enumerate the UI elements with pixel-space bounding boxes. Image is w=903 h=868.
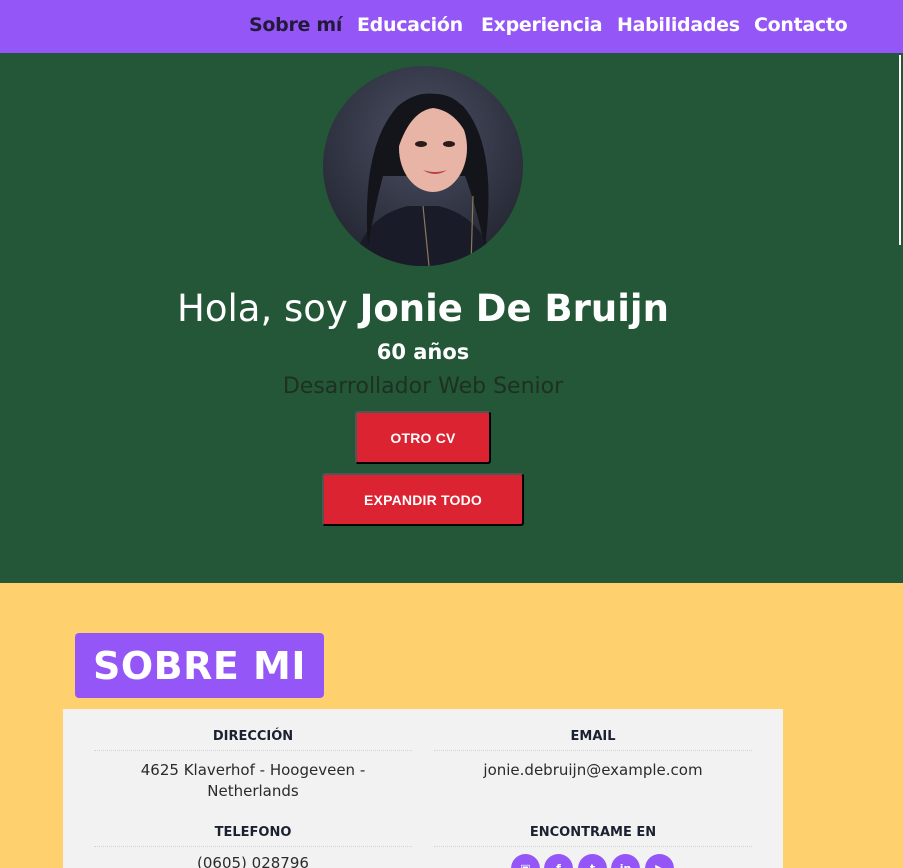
top-navbar: Sobre mí Educación Experiencia Habilidad… (0, 0, 903, 53)
nav-link-educacion[interactable]: Educación (357, 14, 463, 36)
hero-role: Desarrollador Web Senior (282, 374, 564, 399)
section-heading-sobre-mi: SOBRE MI (75, 633, 324, 698)
nav-link-habilidades[interactable]: Habilidades (617, 14, 740, 36)
expandir-todo-button[interactable]: Expandir todo (322, 473, 524, 526)
profile-avatar (323, 66, 523, 266)
phone-value: (0605) 028796 (197, 854, 309, 868)
address-line-1: 4625 Klaverhof - Hoogeveen - (140, 761, 366, 779)
phone-label: TELEFONO (214, 825, 292, 840)
address-label: DIRECCIÓN (212, 729, 294, 744)
address-divider (94, 750, 412, 751)
scroll-indicator (899, 55, 901, 245)
social-divider (434, 846, 752, 847)
hero-greeting: Hola, soy Jonie De Bruijn (0, 287, 846, 330)
email-label: EMAIL (570, 729, 616, 744)
nav-link-experiencia[interactable]: Experiencia (481, 14, 603, 36)
social-label: ENCONTRAME EN (529, 825, 657, 840)
greeting-prefix: Hola, soy (177, 287, 348, 330)
hero-name: Jonie De Bruijn (359, 287, 669, 330)
email-value[interactable]: jonie.debruijn@example.com (434, 760, 752, 781)
email-divider (434, 750, 752, 751)
nav-link-contacto[interactable]: Contacto (754, 14, 848, 36)
otro-cv-button[interactable]: Otro CV (355, 411, 491, 464)
address-line-2: Netherlands (207, 782, 299, 800)
nav-link-sobre-mi[interactable]: Sobre mí (249, 14, 342, 36)
hero-age: 60 años (376, 340, 470, 364)
phone-divider (94, 846, 412, 847)
